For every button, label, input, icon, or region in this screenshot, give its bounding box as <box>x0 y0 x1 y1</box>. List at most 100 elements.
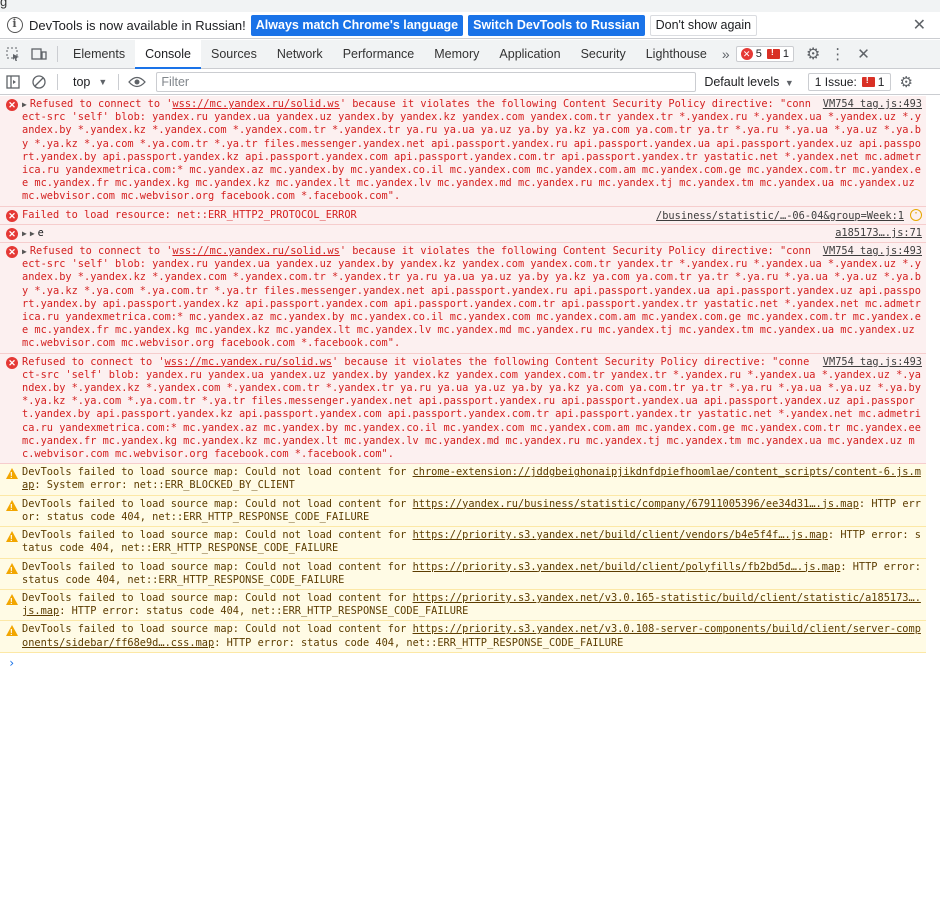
source-link[interactable]: /business/statistic/…-06-04&group=Week:1 <box>656 207 922 223</box>
window-top-sliver: g <box>0 0 940 12</box>
language-infobar: DevTools is now available in Russian! Al… <box>0 12 940 39</box>
expand-triangle-icon[interactable]: ▶ <box>22 229 27 238</box>
warning-icon <box>6 530 18 545</box>
message-text: Refused to connect to ' <box>29 245 173 258</box>
prompt-chevron-icon: › <box>8 655 16 670</box>
message-text: e <box>37 226 44 239</box>
message-text: DevTools failed to load source map: Coul… <box>22 529 413 542</box>
url-link[interactable]: wss://mc.yandex.ru/solid.ws <box>172 98 339 110</box>
infobar-close-icon[interactable]: ✕ <box>913 15 926 35</box>
context-value: top <box>73 75 91 89</box>
issues-button[interactable]: 1 Issue: 1 <box>807 73 892 91</box>
error-count: 5 <box>755 48 762 60</box>
settings-gear-icon[interactable]: ⚙ <box>806 44 820 64</box>
tab-performance[interactable]: Performance <box>333 40 425 69</box>
url-link[interactable]: wss://mc.yandex.ru/solid.ws <box>172 245 339 257</box>
console-output: ✕ VM754 tag.js:493 ▶ Refused to connect t… <box>0 96 926 915</box>
error-count-badge[interactable]: ✕ 5 1 <box>735 46 794 62</box>
clear-console-icon[interactable] <box>26 69 52 95</box>
log-levels-label: Default levels <box>704 75 780 89</box>
device-toolbar-icon[interactable] <box>26 41 52 67</box>
message-icon <box>766 47 780 59</box>
filter-input[interactable]: Filter <box>156 72 697 92</box>
console-error-message: ✕ a185173….js:71 ▶ ▶ e <box>0 224 926 244</box>
url-link[interactable]: wss://mc.yandex.ru/solid.ws <box>165 356 332 368</box>
error-icon: ✕ <box>6 246 18 259</box>
message-text: DevTools failed to load source map: Coul… <box>22 497 413 510</box>
console-warning-message: DevTools failed to load source map: Coul… <box>0 527 926 559</box>
tab-lighthouse[interactable]: Lighthouse <box>636 40 717 69</box>
console-warning-message: DevTools failed to load source map: Coul… <box>0 621 926 653</box>
console-error-message: ✕ VM754 tag.js:493 ▶ Refused to connect t… <box>0 96 926 207</box>
sidebar-toggle-icon[interactable] <box>0 69 26 95</box>
message-text: Failed to load resource: net::ERR_HTTP2_… <box>22 208 357 221</box>
more-options-icon[interactable]: ⋮ <box>830 45 845 63</box>
chevron-down-icon: ▼ <box>784 78 794 88</box>
console-error-message: ✕ VM754 tag.js:493 ▶ Refused to connect t… <box>0 243 926 354</box>
tab-application[interactable]: Application <box>489 40 570 69</box>
expand-triangle-icon[interactable]: ▶ <box>22 247 27 256</box>
console-settings-gear-icon[interactable]: ⚙ <box>899 73 912 91</box>
tab-security[interactable]: Security <box>571 40 636 69</box>
url-link[interactable]: https://priority.s3.yandex.net/build/cli… <box>413 529 828 541</box>
live-expression-eye-icon[interactable] <box>124 69 150 95</box>
message-text: Refused to connect to ' <box>29 98 173 110</box>
error-icon: ✕ <box>6 209 18 222</box>
tab-console[interactable]: Console <box>135 39 201 69</box>
console-warning-message: DevTools failed to load source map: Coul… <box>0 558 926 590</box>
message-text: DevTools failed to load source map: Coul… <box>22 623 413 636</box>
message-text: ' because it violates the following Cont… <box>22 245 921 350</box>
inspect-element-icon[interactable] <box>0 41 26 67</box>
warning-icon <box>6 593 18 608</box>
log-levels-dropdown[interactable]: Default levels ▼ <box>704 75 793 89</box>
switch-language-button[interactable]: Switch DevTools to Russian <box>468 14 645 36</box>
warning-icon <box>6 499 18 514</box>
error-icon: ✕ <box>6 227 18 240</box>
source-link[interactable]: VM754 tag.js:493 <box>823 98 922 111</box>
close-devtools-icon[interactable]: ✕ <box>857 45 870 63</box>
error-icon: ✕ <box>6 99 18 111</box>
tab-elements[interactable]: Elements <box>63 40 135 69</box>
network-request-icon[interactable] <box>910 207 922 221</box>
more-tabs-icon[interactable]: » <box>722 46 730 62</box>
message-text: : System error: net::ERR_BLOCKED_BY_CLIE… <box>34 479 295 492</box>
warning-icon <box>6 467 18 482</box>
message-text: : HTTP error: status code 404, net::ERR_… <box>59 605 469 618</box>
tab-memory[interactable]: Memory <box>424 40 489 69</box>
info-icon <box>7 17 23 33</box>
message-text: DevTools failed to load source map: Coul… <box>22 560 413 573</box>
console-error-message: ✕ VM754 tag.js:493 Refused to connect to… <box>0 353 926 465</box>
console-error-message: ✕ /business/statistic/…-06-04&group=Week… <box>0 206 926 225</box>
message-text: DevTools failed to load source map: Coul… <box>22 466 413 479</box>
source-link[interactable]: VM754 tag.js:493 <box>823 245 922 258</box>
chevron-down-icon: ▼ <box>98 77 108 87</box>
issue-icon <box>861 75 875 87</box>
dont-show-again-button[interactable]: Don't show again <box>649 14 758 36</box>
infobar-message: DevTools is now available in Russian! <box>29 17 246 33</box>
context-selector[interactable]: top ▼ <box>67 75 113 89</box>
url-link[interactable]: https://priority.s3.yandex.net/build/cli… <box>413 561 841 573</box>
console-warning-message: DevTools failed to load source map: Coul… <box>0 464 926 496</box>
separator <box>57 74 58 90</box>
message-text: ' because it violates the following Cont… <box>22 98 921 203</box>
source-link[interactable]: a185173….js:71 <box>835 227 922 240</box>
message-count: 1 <box>782 48 789 60</box>
tab-sources[interactable]: Sources <box>201 40 267 69</box>
message-text: ' because it violates the following Cont… <box>22 355 921 461</box>
devtools-tabbar: Elements Console Sources Network Perform… <box>0 39 940 69</box>
message-text: Refused to connect to ' <box>22 355 165 368</box>
url-link[interactable]: https://yandex.ru/business/statistic/com… <box>413 498 859 510</box>
tab-network[interactable]: Network <box>267 40 333 69</box>
match-language-button[interactable]: Always match Chrome's language <box>250 14 464 36</box>
expand-triangle-icon[interactable]: ▶ <box>22 100 27 109</box>
source-link[interactable]: VM754 tag.js:493 <box>823 356 922 369</box>
separator <box>118 74 120 90</box>
issues-count: 1 <box>877 75 885 89</box>
console-prompt[interactable]: › <box>0 653 926 670</box>
console-warning-message: DevTools failed to load source map: Coul… <box>0 589 926 622</box>
expand-triangle-icon[interactable]: ▶ <box>30 229 35 238</box>
message-text: DevTools failed to load source map: Coul… <box>22 591 413 604</box>
console-warning-message: DevTools failed to load source map: Coul… <box>0 495 926 528</box>
warning-icon <box>6 562 18 577</box>
separator <box>57 46 58 62</box>
